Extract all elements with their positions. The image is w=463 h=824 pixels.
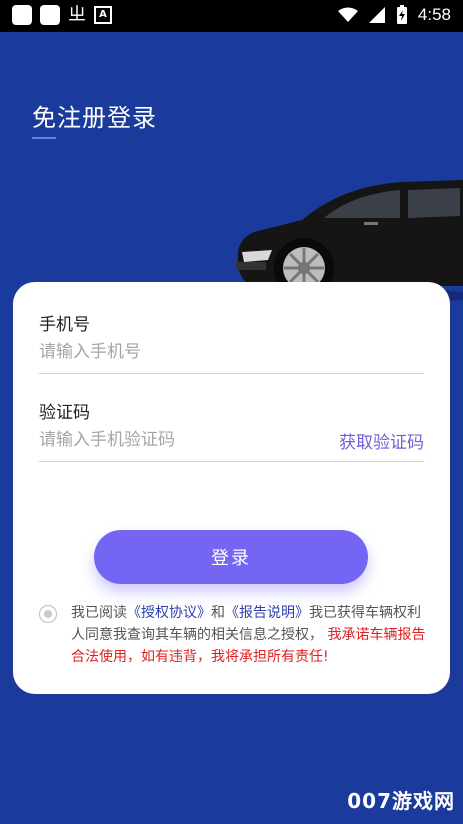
notification-icons: ㄓ A — [12, 5, 112, 25]
notification-app-icon — [12, 5, 32, 25]
page-title: 免注册登录 — [32, 104, 157, 132]
watermark: 007游戏网 — [347, 789, 455, 813]
phone-divider — [39, 373, 424, 374]
agreement-and: 和 — [211, 605, 225, 621]
agreement-prefix: 我已阅读 — [71, 605, 127, 621]
code-divider — [39, 461, 424, 462]
auth-agreement-link[interactable]: 《授权协议》 — [127, 605, 211, 621]
clock: 4:58 — [417, 5, 451, 24]
phone-input[interactable] — [39, 342, 424, 362]
login-card: 手机号 验证码 获取验证码 登录 我已阅读《授权协议》和《报告说明》我已获得车辆… — [13, 282, 450, 694]
signal-icon — [368, 7, 385, 23]
agree-radio[interactable] — [39, 605, 57, 623]
code-input[interactable] — [39, 430, 319, 450]
get-code-button[interactable]: 获取验证码 — [339, 428, 424, 453]
phone-label: 手机号 — [39, 315, 90, 335]
agreement-text: 我已阅读《授权协议》和《报告说明》我已获得车辆权利人同意我查询其车辆的相关信息之… — [71, 602, 427, 668]
login-button[interactable]: 登录 — [94, 530, 368, 584]
notification-app-icon — [40, 5, 60, 25]
system-icons: 4:58 — [337, 5, 451, 25]
wifi-icon — [337, 7, 358, 22]
battery-icon — [396, 5, 407, 24]
notification-glyph-icon: ㄓ — [68, 4, 86, 25]
notification-a-icon: A — [94, 6, 112, 24]
report-explanation-link[interactable]: 《报告说明》 — [225, 605, 309, 621]
code-label: 验证码 — [39, 403, 90, 423]
status-bar: ㄓ A 4:58 — [0, 0, 463, 32]
title-underline — [32, 137, 56, 139]
